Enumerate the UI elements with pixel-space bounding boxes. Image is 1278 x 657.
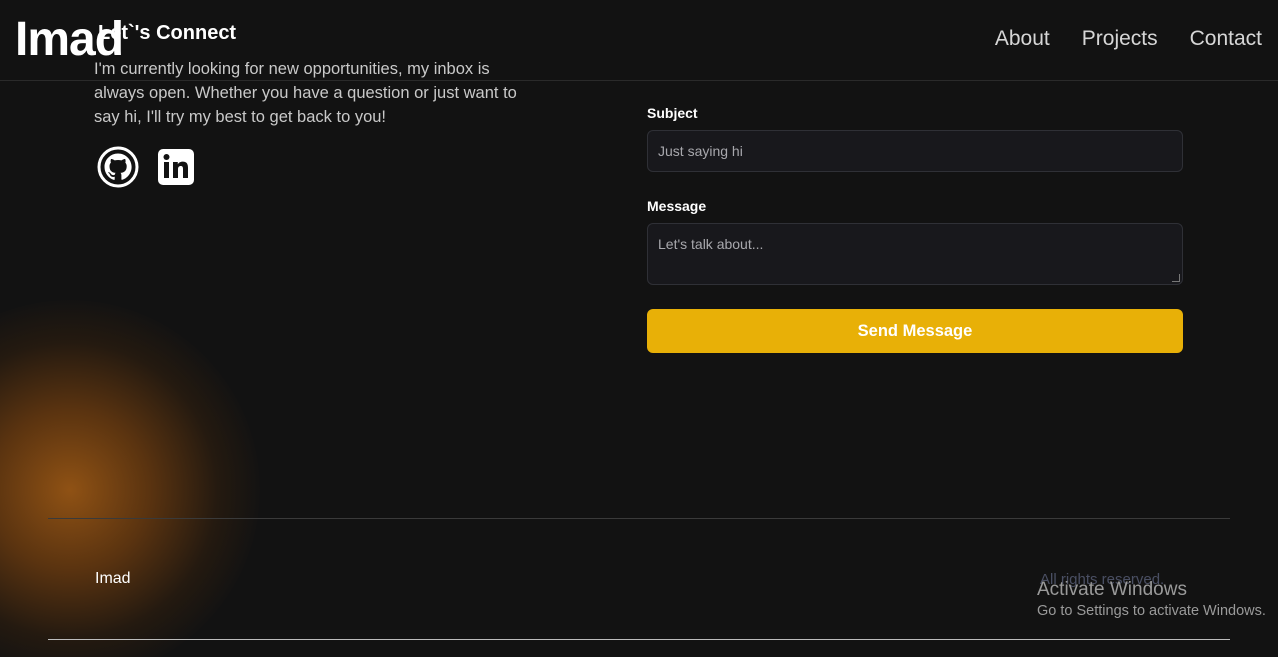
subject-input[interactable]: Just saying hi bbox=[647, 130, 1183, 172]
message-label: Message bbox=[647, 198, 707, 214]
connect-title-text: Let`'s Connect bbox=[98, 22, 237, 44]
connect-title: Let`'s Connect bbox=[94, 22, 236, 45]
background-glow bbox=[0, 300, 260, 657]
footer-bottom-divider bbox=[48, 639, 1230, 640]
footer-name: Imad bbox=[95, 570, 131, 587]
linkedin-icon bbox=[157, 148, 195, 191]
github-icon bbox=[97, 146, 139, 193]
message-placeholder: Let's talk about... bbox=[658, 236, 764, 252]
nav-link-contact[interactable]: Contact bbox=[1190, 27, 1262, 51]
contact-form: Subject Just saying hi Message Let's tal… bbox=[647, 105, 1183, 353]
linkedin-link[interactable] bbox=[155, 148, 197, 190]
subject-placeholder: Just saying hi bbox=[658, 143, 743, 159]
page: Imad About Projects Contact Let`'s Conne… bbox=[0, 0, 1278, 657]
connect-description: I'm currently looking for new opportunit… bbox=[94, 60, 517, 126]
resize-handle-icon[interactable] bbox=[1172, 274, 1180, 282]
nav-link-about[interactable]: About bbox=[995, 27, 1050, 51]
nav-link-projects[interactable]: Projects bbox=[1082, 27, 1158, 51]
send-message-button[interactable]: Send Message bbox=[647, 309, 1183, 353]
activate-windows-title: Activate Windows bbox=[1037, 579, 1187, 600]
message-textarea[interactable]: Let's talk about... bbox=[647, 223, 1183, 285]
nav-links: About Projects Contact bbox=[995, 27, 1262, 51]
social-links bbox=[97, 146, 197, 193]
subject-label: Subject bbox=[647, 105, 698, 121]
footer-top-divider bbox=[48, 518, 1230, 519]
activate-windows-subtitle: Go to Settings to activate Windows. bbox=[1037, 603, 1266, 619]
github-link[interactable] bbox=[97, 146, 139, 193]
